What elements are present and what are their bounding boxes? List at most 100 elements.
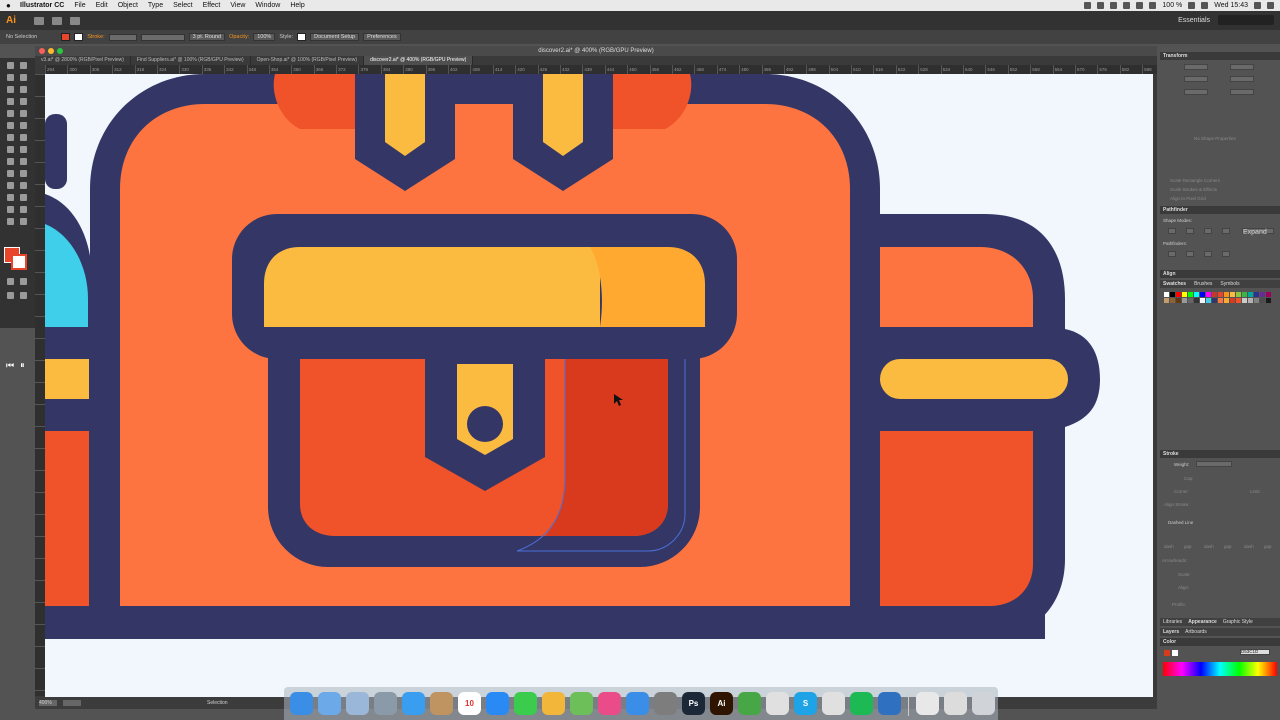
tab-document[interactable]: Find Suppliers.ai* @ 100% (RGB/GPU Previ… xyxy=(131,56,251,65)
swatch[interactable] xyxy=(1206,298,1211,303)
swatch[interactable] xyxy=(1182,298,1187,303)
y-field[interactable] xyxy=(1184,76,1208,82)
dock-itunes-icon[interactable] xyxy=(598,692,621,715)
dock-skype-icon[interactable]: S xyxy=(794,692,817,715)
gradient-tool-icon[interactable] xyxy=(20,170,27,177)
dock-calendar-icon[interactable]: 10 xyxy=(458,692,481,715)
swatch[interactable] xyxy=(1260,298,1265,303)
height-field[interactable] xyxy=(1230,76,1254,82)
stroke-weight-field[interactable] xyxy=(108,33,137,41)
swatch[interactable] xyxy=(1182,292,1187,297)
top-strap-left-inner[interactable] xyxy=(385,74,425,156)
lasso-tool-icon[interactable] xyxy=(20,74,27,81)
swatch[interactable] xyxy=(1218,298,1223,303)
swatch[interactable] xyxy=(1260,292,1265,297)
left-tab-edge[interactable] xyxy=(45,114,67,189)
swatch[interactable] xyxy=(1266,298,1271,303)
top-strap-right-inner[interactable] xyxy=(543,74,583,156)
swatch[interactable] xyxy=(1236,298,1241,303)
dock-photoshop-icon[interactable]: Ps xyxy=(682,692,705,715)
tab-libraries[interactable]: Libraries xyxy=(1163,618,1182,626)
pen-tool-icon[interactable] xyxy=(7,86,14,93)
hex-field[interactable]: D53C1D xyxy=(1240,649,1270,655)
draw-mode-icon[interactable] xyxy=(7,292,14,299)
paintbrush-tool-icon[interactable] xyxy=(20,110,27,117)
maximize-window-icon[interactable] xyxy=(57,48,63,54)
eyedropper-tool-icon[interactable] xyxy=(7,182,14,189)
exclude-icon[interactable] xyxy=(1222,228,1230,234)
swatch[interactable] xyxy=(1194,292,1199,297)
blend-tool-icon[interactable] xyxy=(20,182,27,189)
weight-field[interactable] xyxy=(1196,461,1232,467)
dock-documents-icon[interactable] xyxy=(916,692,939,715)
swatch[interactable] xyxy=(1170,298,1175,303)
merge-icon[interactable] xyxy=(1204,251,1212,257)
swatch[interactable] xyxy=(1242,298,1247,303)
swatch[interactable] xyxy=(1188,298,1193,303)
align-panel-header[interactable]: Align xyxy=(1160,270,1280,278)
menu-effect[interactable]: Effect xyxy=(203,2,221,9)
dock-notes-icon[interactable] xyxy=(430,692,453,715)
variable-width-field[interactable] xyxy=(140,33,185,41)
menu-window[interactable]: Window xyxy=(255,2,280,9)
pencil-tool-icon[interactable] xyxy=(7,122,14,129)
pocket-flap-yellow[interactable] xyxy=(264,247,600,327)
scale-corners-option[interactable]: Scale Rectangle Corners xyxy=(1170,178,1220,183)
help-search-input[interactable] xyxy=(1218,15,1274,25)
menu-help[interactable]: Help xyxy=(290,2,304,9)
dock-photos-icon[interactable] xyxy=(542,692,565,715)
swatch[interactable] xyxy=(1224,292,1229,297)
hand-tool-icon[interactable] xyxy=(7,218,14,225)
dock-app-store-icon[interactable] xyxy=(626,692,649,715)
column-graph-tool-icon[interactable] xyxy=(20,194,27,201)
swatch[interactable] xyxy=(1200,292,1205,297)
tab-graphic-style[interactable]: Graphic Style xyxy=(1223,618,1253,626)
symbol-sprayer-tool-icon[interactable] xyxy=(7,194,14,201)
eraser-tool-icon[interactable] xyxy=(20,122,27,129)
color-mode-icon[interactable] xyxy=(7,278,14,285)
rotate-field[interactable] xyxy=(1184,89,1208,95)
menu-list-icon[interactable] xyxy=(1267,2,1274,9)
type-tool-icon[interactable] xyxy=(7,98,14,105)
search-icon[interactable] xyxy=(1254,2,1261,9)
align-pixel-grid-option[interactable]: Align to Pixel Grid xyxy=(1170,196,1206,201)
dock-maps-icon[interactable] xyxy=(570,692,593,715)
tab-swatches[interactable]: Swatches xyxy=(1163,280,1186,288)
tab-appearance[interactable]: Appearance xyxy=(1188,618,1217,626)
menu-object[interactable]: Object xyxy=(118,2,138,9)
previous-icon[interactable]: ⏮ xyxy=(6,360,14,371)
dock-quicktime-icon[interactable] xyxy=(878,692,901,715)
dock-slack-icon[interactable] xyxy=(822,692,845,715)
zoom-field[interactable]: 400% xyxy=(39,700,57,706)
left-strap-yellow[interactable] xyxy=(45,359,89,399)
swatch[interactable] xyxy=(1170,292,1175,297)
menu-type[interactable]: Type xyxy=(148,2,163,9)
tab-symbols[interactable]: Symbols xyxy=(1220,280,1239,288)
mesh-tool-icon[interactable] xyxy=(7,170,14,177)
apple-icon[interactable]: ● xyxy=(6,1,14,10)
dock-evernote-icon[interactable] xyxy=(738,692,761,715)
color-spectrum[interactable] xyxy=(1163,662,1277,676)
backpack-illustration[interactable] xyxy=(45,74,1153,697)
swatch[interactable] xyxy=(1254,298,1259,303)
intersect-icon[interactable] xyxy=(1204,228,1212,234)
menu-file[interactable]: File xyxy=(74,2,85,9)
document-setup-button[interactable]: Document Setup xyxy=(310,33,360,41)
status-icon[interactable] xyxy=(1084,2,1092,9)
gpu-performance-icon[interactable] xyxy=(70,16,80,25)
swatch[interactable] xyxy=(1206,292,1211,297)
flag-icon[interactable] xyxy=(1201,2,1209,9)
scale-strokes-option[interactable]: Scale Strokes & Effects xyxy=(1170,187,1217,192)
buckle-hole[interactable] xyxy=(467,406,503,442)
right-pocket-top[interactable] xyxy=(880,247,1033,327)
tab-document[interactable]: v3.ai* @ 2800% (RGB/Pixel Preview) xyxy=(35,56,131,65)
battery-icon[interactable] xyxy=(1188,2,1196,9)
transform-panel-header[interactable]: Transform xyxy=(1160,52,1280,60)
opacity-field[interactable]: 100% xyxy=(253,33,276,41)
tab-layers[interactable]: Layers xyxy=(1163,628,1179,636)
stroke-swatch[interactable] xyxy=(11,254,27,270)
minimize-window-icon[interactable] xyxy=(48,48,54,54)
unite-icon[interactable] xyxy=(1168,228,1176,234)
dashed-line-label[interactable]: Dashed Line xyxy=(1168,520,1193,525)
dock-trash-icon[interactable] xyxy=(972,692,995,715)
